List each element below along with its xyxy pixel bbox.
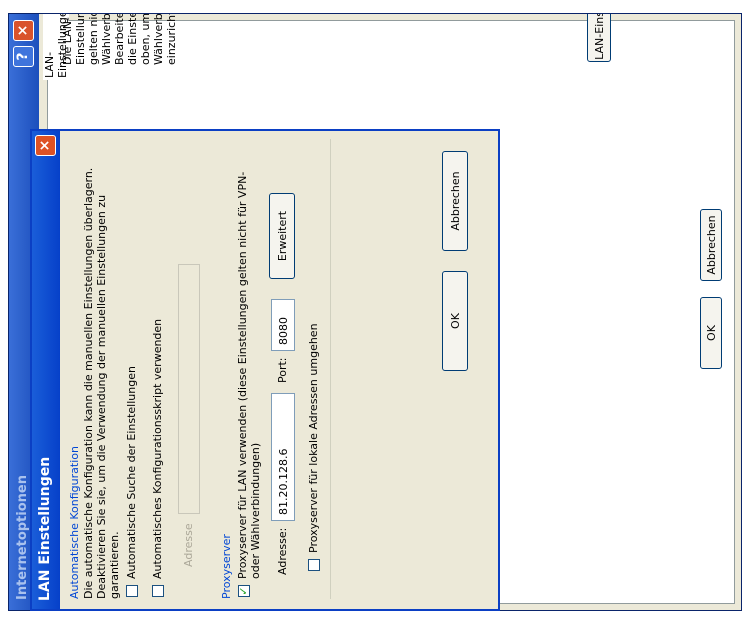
lan-dialog-title-bar[interactable]: LAN Einstellungen × [32,131,60,609]
screenshot-page: Internetoptionen ? × LAN-Einstellungen D… [0,0,742,619]
use-proxy-label: Proxyserver für LAN verwenden (diese Ein… [236,171,262,579]
script-address-field[interactable] [178,264,200,514]
auto-detect-label: Automatische Suche der Einstellungen [125,366,138,579]
lan-settings-button[interactable]: LAN-Einstellungen [587,13,611,62]
dialog-ok-button[interactable]: OK [442,271,468,371]
lan-settings-dialog: LAN Einstellungen × Automatische Konfigu… [30,129,500,611]
lan-dialog-title: LAN Einstellungen [37,456,53,601]
outer-cancel-button[interactable]: Abbrechen [700,209,722,281]
dialog-cancel-button[interactable]: Abbrechen [442,151,468,251]
proxy-section-title: Proxyserver [220,534,233,599]
use-proxy-checkbox[interactable]: ✓ [237,585,250,597]
auto-config-title: Automatische Konfiguration [68,446,81,599]
auto-detect-checkbox[interactable] [126,585,138,597]
help-button[interactable]: ? [13,46,34,67]
config-script-checkbox[interactable] [152,585,164,597]
proxy-address-label: Adresse: [276,527,289,575]
bypass-local-checkbox[interactable] [308,559,320,571]
config-script-label: Automatisches Konfigurationsskript verwe… [151,318,164,579]
advanced-button[interactable]: Erweitert [269,193,295,279]
outer-spacer [29,20,39,30]
script-address-label: Adresse [182,523,195,567]
help-icon: ? [15,52,31,61]
lan-section-description: Die LAN-Einstellungen gelten nicht für W… [61,13,178,65]
proxy-port-input[interactable]: 8080 [271,299,295,351]
rotated-stage: Internetoptionen ? × LAN-Einstellungen D… [0,0,742,619]
auto-config-description: Die automatische Konfiguration kann die … [82,167,121,599]
outer-ok-button[interactable]: OK [700,297,722,369]
dialog-separator [330,139,331,599]
dialog-close-button[interactable]: × [35,135,56,156]
proxy-port-label: Port: [276,357,289,383]
internet-options-title: Internetoptionen [15,475,30,600]
close-icon: × [37,139,53,152]
check-icon: ✓ [237,586,250,596]
proxy-address-input[interactable]: 81.20.128.6 [271,393,295,521]
bypass-local-label: Proxyserver für lokale Adressen umgehen [307,323,320,553]
